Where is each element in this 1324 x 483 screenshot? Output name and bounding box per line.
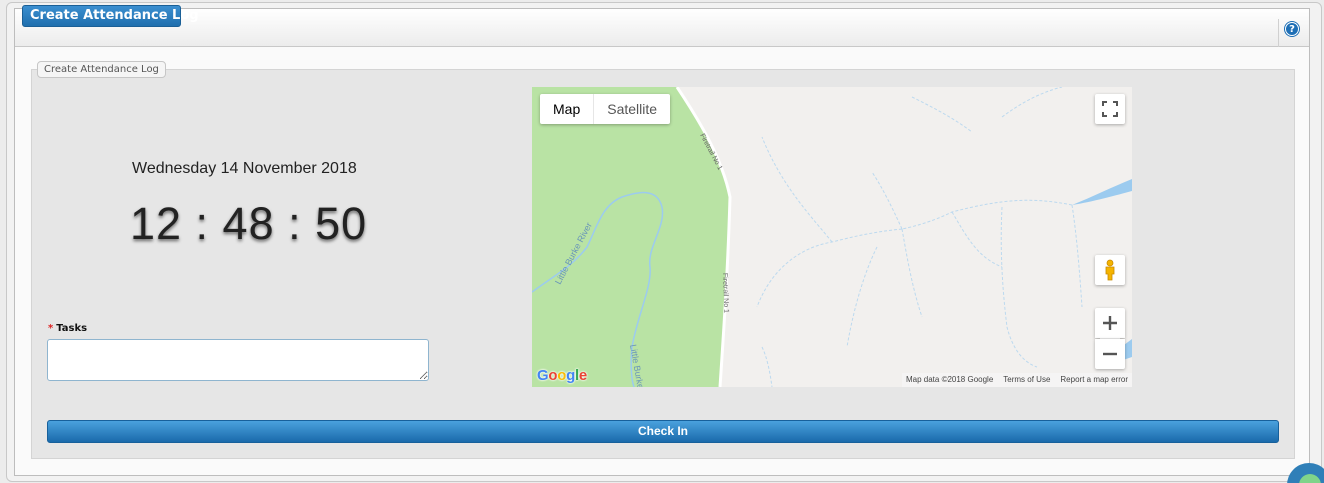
location-map[interactable]: Firetrail No 1 Firetrail No 1 Little Bur… xyxy=(532,87,1132,387)
terms-of-use-link[interactable]: Terms of Use xyxy=(1003,373,1050,387)
tasks-label-text: Tasks xyxy=(56,323,88,334)
page-title: Create Attendance Log xyxy=(22,5,199,27)
header-divider xyxy=(1278,19,1279,47)
logo-letter: g xyxy=(566,367,575,384)
svg-text:Firetrail No 1: Firetrail No 1 xyxy=(721,273,729,313)
fullscreen-icon xyxy=(1102,101,1118,117)
google-logo[interactable]: Google xyxy=(537,367,587,384)
current-date: Wednesday 14 November 2018 xyxy=(132,160,357,177)
map-type-satellite-button[interactable]: Satellite xyxy=(594,94,670,124)
street-view-button[interactable] xyxy=(1095,255,1125,285)
map-tiles[interactable]: Firetrail No 1 Firetrail No 1 Little Bur… xyxy=(532,87,1132,387)
zoom-in-button[interactable] xyxy=(1095,308,1125,338)
logo-letter: G xyxy=(537,367,549,384)
fullscreen-button[interactable] xyxy=(1095,94,1125,124)
tasks-input[interactable] xyxy=(47,339,429,381)
live-clock: 12 : 48 : 50 xyxy=(130,198,368,249)
help-icon[interactable]: ? xyxy=(1285,22,1299,36)
panel-header xyxy=(15,9,1309,47)
check-in-button[interactable]: Check In xyxy=(47,420,1279,443)
form-legend: Create Attendance Log xyxy=(37,61,166,78)
required-marker: * xyxy=(48,323,54,334)
tasks-label: * Tasks xyxy=(48,323,87,334)
map-type-map-button[interactable]: Map xyxy=(540,94,593,124)
map-type-toggle: Map Satellite xyxy=(540,94,671,124)
pegman-icon xyxy=(1105,259,1115,281)
zoom-out-button[interactable] xyxy=(1095,339,1125,369)
zoom-in-icon xyxy=(1103,316,1117,330)
map-attribution: Map data ©2018 Google xyxy=(905,375,994,384)
logo-letter: e xyxy=(578,367,587,384)
logo-letter: o xyxy=(557,367,567,384)
logo-letter: o xyxy=(548,367,558,384)
zoom-out-icon xyxy=(1103,352,1117,356)
report-map-error-link[interactable]: Report a map error xyxy=(1060,373,1128,387)
map-footer: Map data ©2018 Google Terms of Use Repor… xyxy=(901,373,1132,387)
